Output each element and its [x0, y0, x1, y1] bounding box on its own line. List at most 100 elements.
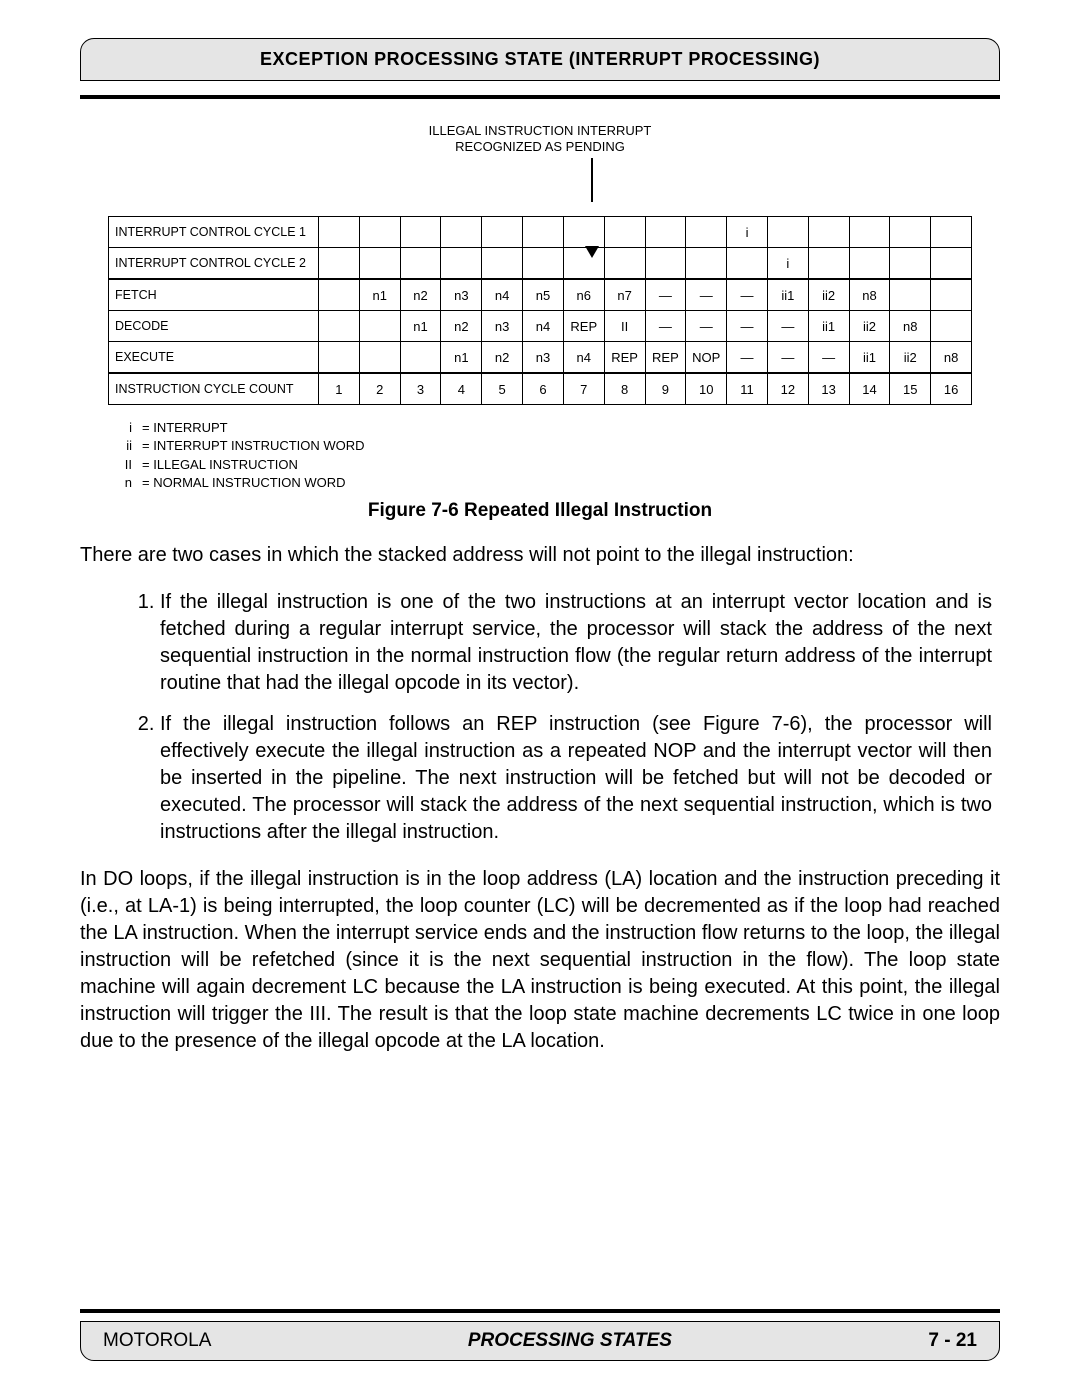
row-label: DECODE: [109, 311, 319, 342]
list-item: If the illegal instruction follows an RE…: [160, 711, 1000, 846]
cell: n8: [890, 311, 931, 342]
pipeline-diagram: ILLEGAL INSTRUCTION INTERRUPT RECOGNIZED…: [108, 123, 972, 405]
cell: II: [604, 311, 645, 342]
table-row: EXECUTEn1n2n3n4REPREPNOP———ii1ii2n8: [109, 342, 972, 374]
cell: n5: [523, 279, 564, 311]
cell: 12: [767, 373, 808, 405]
cell: 3: [400, 373, 441, 405]
cell: [808, 248, 849, 280]
cell: 11: [727, 373, 768, 405]
row-label: EXECUTE: [109, 342, 319, 374]
cell: ii2: [890, 342, 931, 374]
cell: 15: [890, 373, 931, 405]
cell: n2: [482, 342, 523, 374]
cell: 4: [441, 373, 482, 405]
table-row: INSTRUCTION CYCLE COUNT12345678910111213…: [109, 373, 972, 405]
cell: [563, 217, 604, 248]
cell: 9: [645, 373, 686, 405]
cell: [319, 311, 360, 342]
cell: [319, 342, 360, 374]
cell: [319, 217, 360, 248]
row-label: FETCH: [109, 279, 319, 311]
cell: [604, 217, 645, 248]
cell: [931, 248, 972, 280]
cell: n8: [849, 279, 890, 311]
row-label: INTERRUPT CONTROL CYCLE 2: [109, 248, 319, 280]
cell: [808, 217, 849, 248]
legend-row: II= ILLEGAL INSTRUCTION: [108, 456, 1000, 474]
annotation-line1: ILLEGAL INSTRUCTION INTERRUPT: [429, 123, 652, 138]
table-row: INTERRUPT CONTROL CYCLE 1 i: [109, 217, 972, 248]
cell: 10: [686, 373, 727, 405]
cell: [931, 311, 972, 342]
cell: [645, 217, 686, 248]
cell: [890, 248, 931, 280]
arrow-down-icon: [572, 158, 612, 214]
footer-center: PROCESSING STATES: [468, 1330, 672, 1352]
cell: [686, 217, 727, 248]
cell: 5: [482, 373, 523, 405]
legend-symbol: II: [108, 456, 142, 474]
pipeline-table: INTERRUPT CONTROL CYCLE 1iINTERRUPT CONT…: [108, 216, 972, 405]
cell: n3: [441, 279, 482, 311]
cell: n4: [523, 311, 564, 342]
cell: n4: [482, 279, 523, 311]
legend-desc: = ILLEGAL INSTRUCTION: [142, 456, 298, 474]
row-label: INSTRUCTION CYCLE COUNT: [109, 373, 319, 405]
row-label: INTERRUPT CONTROL CYCLE 1: [109, 217, 319, 248]
cell: i: [727, 217, 768, 248]
legend-desc: = NORMAL INSTRUCTION WORD: [142, 474, 346, 492]
table-row: FETCHn1n2n3n4n5n6n7———ii1ii2n8: [109, 279, 972, 311]
list-item: If the illegal instruction is one of the…: [160, 589, 1000, 697]
cell: [319, 279, 360, 311]
cell: [890, 217, 931, 248]
cell: [686, 248, 727, 280]
cell: n8: [931, 342, 972, 374]
cell: [400, 342, 441, 374]
cell: 2: [359, 373, 400, 405]
cell: [931, 279, 972, 311]
legend-row: i= INTERRUPT: [108, 419, 1000, 437]
cell: [359, 217, 400, 248]
cell: [727, 248, 768, 280]
cell: —: [727, 311, 768, 342]
cell: [523, 248, 564, 280]
cell: [767, 217, 808, 248]
page-header: EXCEPTION PROCESSING STATE (INTERRUPT PR…: [80, 38, 1000, 81]
cell: n1: [359, 279, 400, 311]
cell: ii1: [849, 342, 890, 374]
cell: —: [645, 279, 686, 311]
cell: [359, 342, 400, 374]
figure-caption: Figure 7-6 Repeated Illegal Instruction: [80, 500, 1000, 522]
footer-left: MOTOROLA: [103, 1330, 211, 1352]
cell: REP: [563, 311, 604, 342]
legend-row: ii= INTERRUPT INSTRUCTION WORD: [108, 437, 1000, 455]
cell: [645, 248, 686, 280]
cell: [400, 248, 441, 280]
cell: —: [808, 342, 849, 374]
cell: n1: [441, 342, 482, 374]
cell: n3: [482, 311, 523, 342]
cell: 14: [849, 373, 890, 405]
cell: [441, 248, 482, 280]
cell: [482, 248, 523, 280]
cell: —: [645, 311, 686, 342]
footer-right: 7 - 21: [928, 1330, 977, 1352]
cell: 13: [808, 373, 849, 405]
annotation-line2: RECOGNIZED AS PENDING: [455, 139, 625, 154]
cell: ii2: [849, 311, 890, 342]
cell: 6: [523, 373, 564, 405]
cell: [482, 217, 523, 248]
cell: [890, 279, 931, 311]
cell: [931, 217, 972, 248]
cell: [400, 217, 441, 248]
cell: n4: [563, 342, 604, 374]
cell: REP: [604, 342, 645, 374]
cell: i: [767, 248, 808, 280]
diagram-annotation: ILLEGAL INSTRUCTION INTERRUPT RECOGNIZED…: [108, 123, 972, 154]
cell: n2: [441, 311, 482, 342]
cell: [849, 248, 890, 280]
cell: [441, 217, 482, 248]
cell: 7: [563, 373, 604, 405]
cell: n1: [400, 311, 441, 342]
